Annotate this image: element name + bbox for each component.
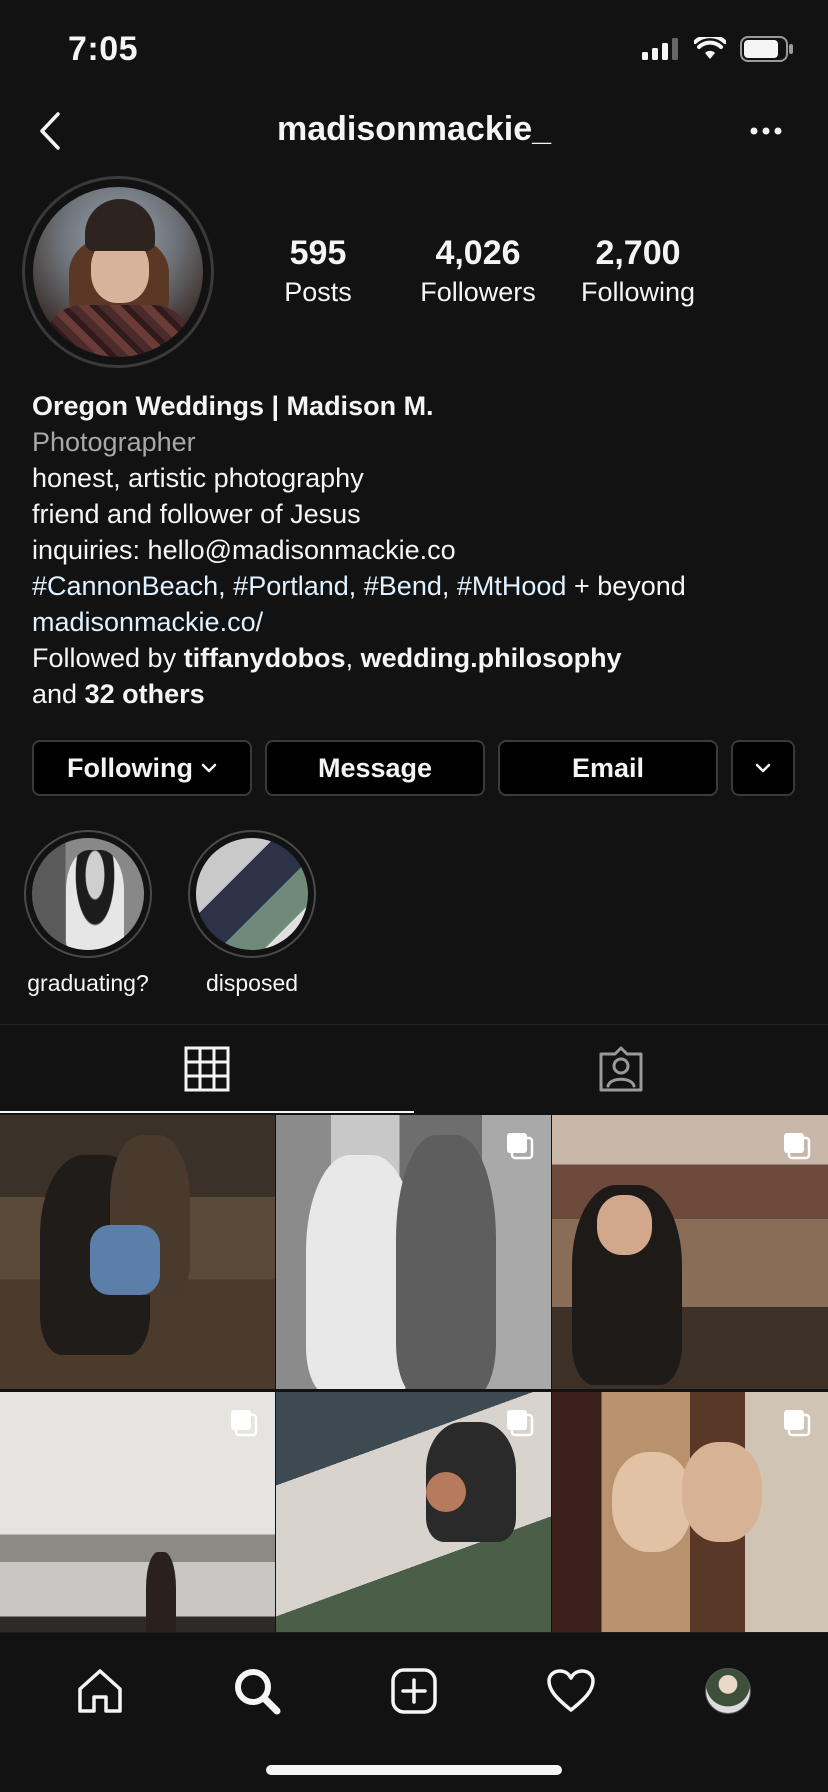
message-button-label: Message	[317, 752, 433, 783]
tab-grid-posts[interactable]	[0, 1025, 414, 1113]
profile-display-name: Oregon Weddings | Madison M.	[32, 391, 434, 421]
profile-stats: 595 Posts 4,026 Followers 2,700 Followin…	[0, 234, 828, 324]
bio-line-2: friend and follower of Jesus	[32, 499, 361, 529]
hashtag-suffix: + beyond	[566, 571, 686, 601]
bio-hashtags-line: #CannonBeach, #Portland, #Bend, #MtHood …	[32, 568, 812, 604]
nav-profile[interactable]	[696, 1659, 760, 1723]
story-highlight[interactable]: disposed	[188, 830, 316, 1000]
followed-by-others: 32 others	[84, 679, 205, 709]
highlight-ring	[24, 830, 152, 958]
chevron-down-icon	[755, 763, 771, 773]
profile-tab-avatar	[704, 1668, 751, 1714]
stat-followers[interactable]: 4,026 Followers	[398, 234, 558, 308]
bio-line-1: honest, artistic photography	[32, 463, 364, 493]
story-highlight[interactable]: graduating?	[24, 830, 152, 1000]
following-button[interactable]: Following	[32, 740, 252, 796]
email-button[interactable]: Email	[498, 740, 718, 796]
hashtag-link[interactable]: #CannonBeach	[32, 571, 218, 601]
carousel-icon	[784, 1410, 811, 1437]
tab-tagged-posts[interactable]	[414, 1025, 828, 1113]
highlight-label: graduating?	[27, 970, 149, 996]
battery-icon	[740, 36, 793, 62]
post-thumbnail[interactable]	[552, 1115, 828, 1389]
followed-by-others-line[interactable]: and 32 others	[32, 676, 812, 712]
post-thumbnail[interactable]	[552, 1392, 828, 1632]
stat-followers-label: Followers	[420, 277, 536, 307]
followed-by-line[interactable]: Followed by tiffanydobos, wedding.philos…	[32, 640, 812, 676]
nav-search[interactable]	[225, 1659, 289, 1723]
profile-tabs	[0, 1025, 828, 1113]
hashtag-separator: ,	[218, 571, 234, 601]
profile-header: madisonmackie_	[0, 100, 828, 162]
followed-by-prefix: Followed by	[32, 643, 184, 673]
post-thumbnail[interactable]	[0, 1115, 275, 1389]
message-button[interactable]: Message	[265, 740, 485, 796]
profile-username: madisonmackie_	[276, 110, 552, 148]
post-grid	[0, 1115, 828, 1632]
hashtag-separator: ,	[348, 571, 364, 601]
more-options-button[interactable]	[744, 116, 788, 146]
stat-following[interactable]: 2,700 Following	[558, 234, 718, 308]
more-horizontal-icon	[750, 127, 782, 135]
followed-by-user: wedding.philosophy	[360, 643, 622, 673]
nav-activity[interactable]	[539, 1659, 603, 1723]
profile-actions: Following Message Email	[32, 740, 796, 796]
following-button-label: Following	[67, 752, 193, 783]
carousel-icon	[507, 1410, 534, 1437]
cellular-signal-icon	[642, 38, 678, 60]
suggested-accounts-button[interactable]	[731, 740, 795, 796]
stat-posts[interactable]: 595 Posts	[238, 234, 398, 308]
home-icon	[78, 1669, 123, 1713]
post-thumbnail[interactable]	[276, 1115, 551, 1389]
bio-line-3: inquiries: hello@madisonmackie.co	[32, 535, 456, 565]
search-icon	[235, 1669, 281, 1715]
followed-by-comma: ,	[345, 643, 361, 673]
stat-posts-label: Posts	[284, 277, 352, 307]
hashtag-separator: ,	[441, 571, 457, 601]
chevron-down-icon	[201, 763, 217, 773]
highlight-cover-image	[196, 838, 308, 950]
status-icons	[642, 36, 794, 62]
hashtag-link[interactable]: #MtHood	[457, 571, 567, 601]
email-button-label: Email	[571, 752, 645, 783]
nav-home[interactable]	[68, 1659, 132, 1723]
stat-posts-count: 595	[289, 234, 347, 272]
nav-new-post[interactable]	[382, 1659, 446, 1723]
add-post-icon	[391, 1668, 437, 1714]
followed-by-user: tiffanydobos	[183, 643, 346, 673]
story-highlights: graduating? disposed	[24, 830, 316, 1000]
hashtag-link[interactable]: #Portland	[233, 571, 349, 601]
bottom-navigation	[0, 1632, 828, 1792]
highlight-cover-image	[32, 838, 144, 950]
hashtag-link[interactable]: #Bend	[364, 571, 442, 601]
status-time: 7:05	[68, 30, 139, 68]
carousel-icon	[784, 1133, 811, 1160]
profile-category: Photographer	[32, 427, 196, 457]
stat-followers-count: 4,026	[435, 234, 521, 272]
carousel-icon	[231, 1410, 258, 1437]
heart-icon	[547, 1669, 595, 1712]
stat-following-count: 2,700	[595, 234, 681, 272]
profile-bio: Oregon Weddings | Madison M. Photographe…	[32, 388, 812, 712]
post-thumbnail[interactable]	[276, 1392, 551, 1632]
profile-website-link[interactable]: madisonmackie.co/	[32, 604, 812, 640]
highlight-label: disposed	[205, 970, 299, 996]
grid-icon	[184, 1046, 230, 1092]
home-indicator[interactable]	[266, 1765, 562, 1775]
post-thumbnail[interactable]	[0, 1392, 275, 1632]
carousel-icon	[507, 1133, 534, 1160]
followed-by-and: and	[32, 679, 85, 709]
status-bar: 7:05	[0, 0, 828, 100]
stat-following-label: Following	[580, 277, 696, 307]
wifi-icon	[694, 37, 726, 59]
tagged-icon	[599, 1046, 643, 1092]
highlight-ring	[188, 830, 316, 958]
